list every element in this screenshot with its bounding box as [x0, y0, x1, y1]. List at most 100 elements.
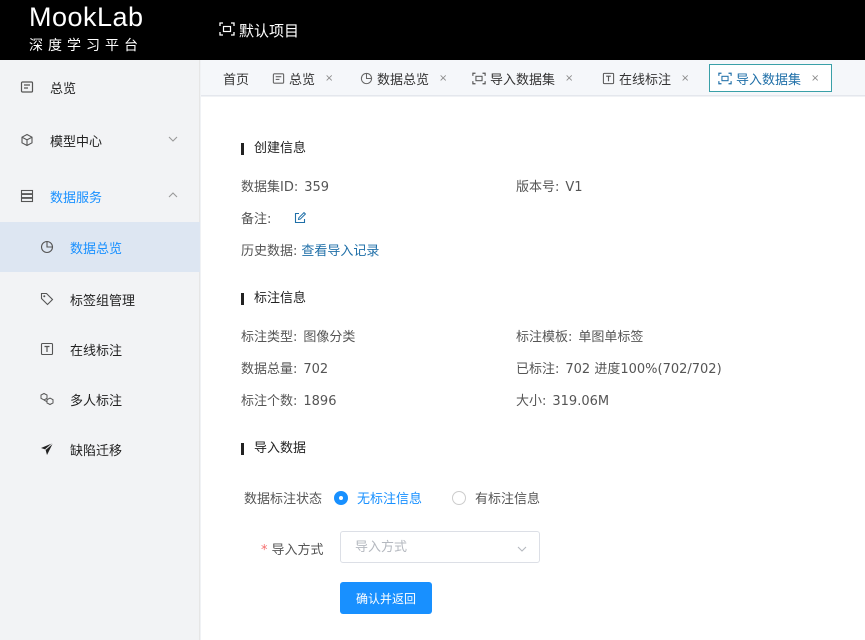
radio-circle[interactable] [334, 490, 349, 505]
tab-import-dataset-active[interactable]: 导入数据集 × [709, 64, 833, 92]
scan-icon [718, 71, 732, 85]
tab-online-annotation[interactable]: 在线标注 × [601, 64, 689, 92]
section-title-import-data: 导入数据 [241, 442, 306, 455]
field-value: 1896 [303, 394, 337, 409]
confirm-and-return-button[interactable]: 确认并返回 [340, 582, 432, 614]
close-icon[interactable]: × [565, 73, 573, 84]
tab-label: 在线标注 [619, 72, 672, 88]
radio-label: 无标注信息 [357, 492, 423, 507]
sidebar-item-data-overview[interactable]: 数据总览 [0, 222, 200, 272]
chevron-down-icon[interactable] [517, 543, 527, 553]
top-header: MookLab 深度学习平台 默认项目 [0, 0, 865, 60]
scan-icon [472, 71, 486, 85]
sidebar-item-label: 数据总览 [70, 241, 123, 257]
field-value: V1 [565, 180, 583, 195]
sidebar-item-label-group[interactable]: 标签组管理 [0, 274, 200, 324]
logo-sub-text: 深度学习平台 [29, 38, 143, 54]
sidebar-item-label: 标签组管理 [70, 293, 136, 309]
main-content: 创建信息 数据集ID: 359 版本号: V1 备注: 历史数据: 查看导入记录 标注… [201, 97, 865, 640]
sidebar-item-label: 缺陷迁移 [70, 443, 123, 459]
field-label: 大小: [516, 394, 547, 409]
sidebar-item-defect-migration[interactable]: 缺陷迁移 [0, 424, 200, 474]
project-selector[interactable]: 默认项目 [219, 20, 299, 41]
tab-home[interactable]: 首页 [223, 64, 249, 92]
field-label: 历史数据: [241, 244, 298, 259]
tab-label: 导入数据集 [490, 72, 556, 88]
text-box-icon [601, 71, 615, 85]
sidebar-item-label: 总览 [50, 81, 77, 97]
field-labeled: 已标注: 702 进度100%(702/702) [516, 358, 722, 377]
field-value: 359 [304, 180, 330, 195]
pie-chart-icon [40, 240, 54, 254]
field-history: 历史数据: 查看导入记录 [241, 240, 379, 259]
field-annotation-template: 标注模板: 单图单标签 [516, 326, 643, 345]
field-data-total: 数据总量: 702 [241, 358, 328, 377]
view-import-records-link[interactable]: 查看导入记录 [301, 244, 379, 259]
import-method-label-text: 导入方式 [271, 543, 324, 558]
field-remark: 备注: [241, 208, 306, 228]
sidebar-item-online-annotation[interactable]: 在线标注 [0, 324, 200, 374]
pie-chart-icon [359, 71, 373, 85]
project-name: 默认项目 [239, 22, 300, 40]
overview-icon [271, 71, 285, 85]
tab-label: 首页 [223, 72, 250, 88]
sidebar: 总览 模型中心 数据服务 数据总览 标签组管理 在线标注 多人标注 缺陷迁移 [0, 60, 200, 640]
close-icon[interactable]: × [325, 73, 333, 84]
field-annotation-count: 标注个数: 1896 [241, 390, 336, 409]
field-label: 已标注: [516, 362, 560, 377]
sidebar-item-label: 在线标注 [70, 343, 123, 359]
field-annotation-type: 标注类型: 图像分类 [241, 326, 355, 345]
import-method-select[interactable] [340, 531, 540, 563]
cube-icon [20, 133, 34, 147]
radio-circle[interactable] [452, 490, 467, 505]
sidebar-item-overview[interactable]: 总览 [0, 62, 200, 112]
tab-label: 导入数据集 [736, 72, 802, 88]
close-icon[interactable]: × [811, 73, 819, 84]
annotation-status-label: 数据标注状态 [244, 492, 323, 507]
tag-icon [40, 292, 54, 306]
field-label: 备注: [241, 212, 272, 227]
import-method-input[interactable] [341, 532, 501, 562]
annotation-status-radio-group: 数据标注状态 无标注信息 有标注信息 [244, 488, 570, 507]
radio-no-annotation[interactable]: 无标注信息 [334, 488, 422, 507]
field-value: 319.06M [552, 394, 610, 409]
sidebar-item-multi-annotation[interactable]: 多人标注 [0, 374, 200, 424]
field-label: 标注类型: [241, 330, 298, 345]
field-label: 版本号: [516, 180, 560, 195]
tab-data-overview[interactable]: 数据总览 × [359, 64, 447, 92]
sidebar-item-model-center[interactable]: 模型中心 [0, 115, 200, 165]
sidebar-item-data-service[interactable]: 数据服务 [0, 171, 200, 221]
cubes-icon [40, 392, 54, 406]
field-label: 数据集ID: [241, 180, 299, 195]
section-title-create-info: 创建信息 [241, 142, 306, 155]
field-size: 大小: 319.06M [516, 390, 609, 409]
field-label: 标注模板: [516, 330, 573, 345]
tab-label: 数据总览 [377, 72, 430, 88]
logo[interactable]: MookLab 深度学习平台 [0, 0, 200, 60]
import-method-label: * 导入方式 [261, 539, 324, 558]
tab-overview[interactable]: 总览 × [271, 64, 333, 92]
sidebar-item-label: 多人标注 [70, 393, 123, 409]
tab-bar: 首页 总览 × 数据总览 × 导入数据集 × 在线标注 × 导入数据集 × [201, 60, 865, 96]
edit-icon[interactable] [294, 211, 306, 228]
field-label: 标注个数: [241, 394, 298, 409]
chevron-down-icon [168, 133, 178, 143]
field-dataset-id: 数据集ID: 359 [241, 176, 329, 195]
send-icon [40, 442, 54, 456]
sidebar-item-label: 数据服务 [50, 190, 103, 206]
section-title-annotation-info: 标注信息 [241, 292, 306, 305]
tab-label: 总览 [289, 72, 316, 88]
close-icon[interactable]: × [681, 73, 689, 84]
database-icon [20, 189, 34, 203]
close-icon[interactable]: × [439, 73, 447, 84]
sidebar-item-label: 模型中心 [50, 134, 103, 150]
overview-icon [20, 80, 34, 94]
field-value: 702 进度100%(702/702) [565, 362, 722, 377]
radio-has-annotation[interactable]: 有标注信息 [452, 488, 540, 507]
field-value: 702 [303, 362, 329, 377]
chevron-up-icon [168, 189, 178, 199]
radio-label: 有标注信息 [475, 492, 541, 507]
logo-main-text: MookLab [29, 2, 144, 32]
tab-import-dataset[interactable]: 导入数据集 × [472, 64, 573, 92]
text-box-icon [40, 342, 54, 356]
